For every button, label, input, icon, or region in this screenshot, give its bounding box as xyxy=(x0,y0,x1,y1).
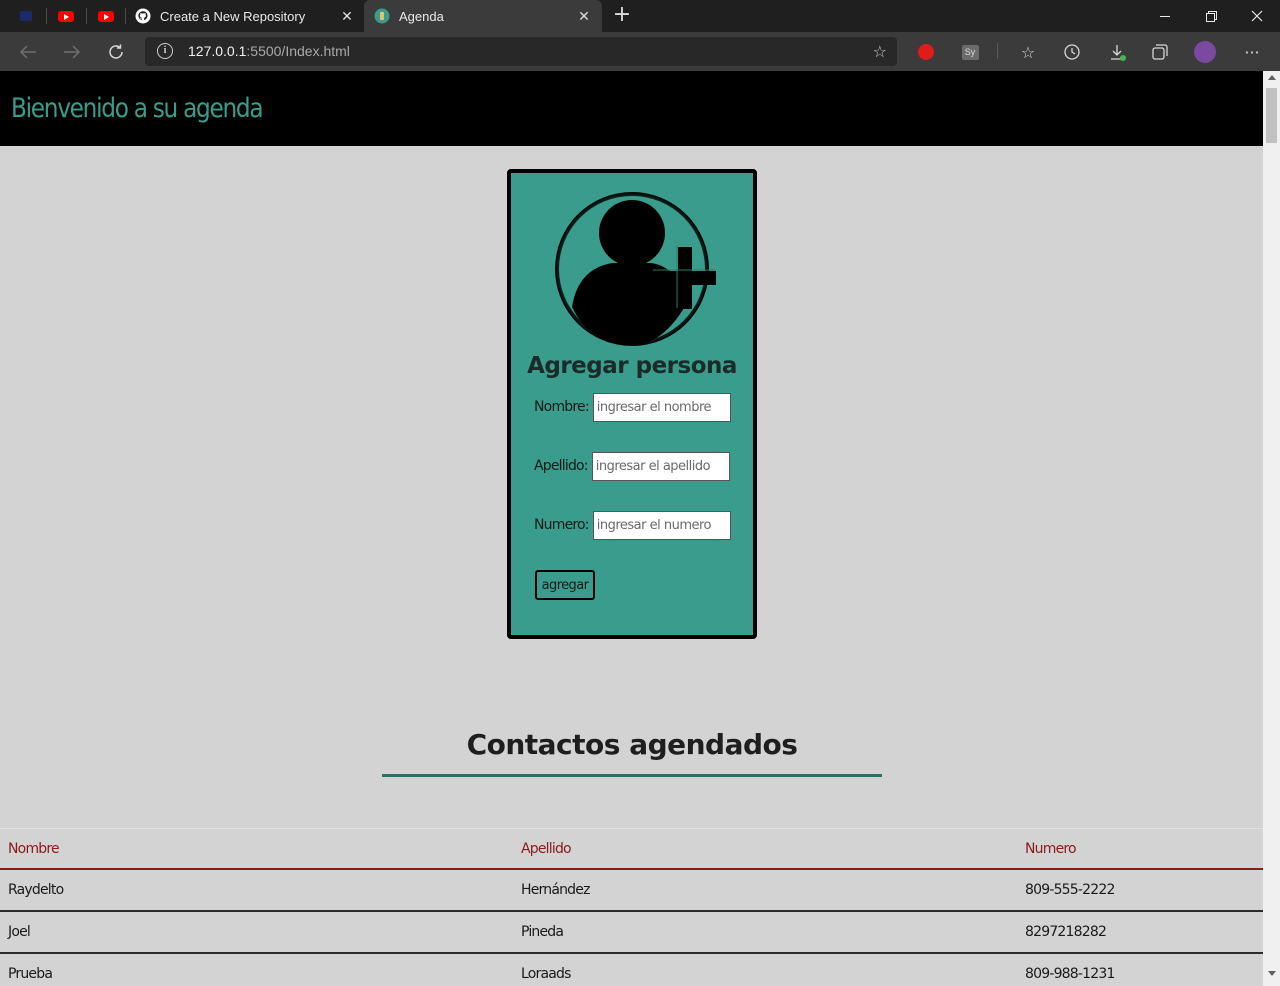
close-window-button[interactable] xyxy=(1234,0,1280,32)
add-user-icon xyxy=(555,192,716,346)
add-favorite-icon[interactable]: ☆ xyxy=(873,42,887,61)
header-nombre: Nombre xyxy=(8,841,60,857)
site-header: Bienvenido a su agenda xyxy=(0,71,1263,146)
apellido-label: Apellido: xyxy=(534,458,589,474)
browser-toolbar: i 127.0.0.1:5500/Index.html ☆ Sy ☆ ··· xyxy=(0,32,1280,71)
cell-apellido: Pineda xyxy=(521,924,564,940)
forward-button[interactable] xyxy=(59,39,85,65)
site-icon xyxy=(20,11,32,21)
tab-agenda[interactable]: Agenda ✕ xyxy=(364,0,602,32)
scroll-up-icon[interactable] xyxy=(1268,75,1276,80)
youtube-icon xyxy=(98,10,114,22)
refresh-button[interactable] xyxy=(103,39,129,65)
cell-numero: 8297218282 xyxy=(1025,924,1107,940)
title-underline xyxy=(382,774,882,777)
back-arrow-icon xyxy=(19,45,36,59)
downloads-icon[interactable] xyxy=(1106,41,1128,63)
site-info-icon[interactable]: i xyxy=(157,43,173,59)
cell-nombre: Raydelto xyxy=(8,882,64,898)
forward-arrow-icon xyxy=(64,45,81,59)
close-tab-icon[interactable]: ✕ xyxy=(576,8,592,24)
sy-extension-icon[interactable]: Sy xyxy=(959,41,981,63)
url-text[interactable]: 127.0.0.1:5500/Index.html xyxy=(188,43,350,59)
toolbar-separator xyxy=(997,43,998,59)
web-page: Bienvenido a su agenda Agregar persona N… xyxy=(0,71,1263,986)
apellido-field: Apellido: xyxy=(534,451,730,481)
history-icon[interactable] xyxy=(1061,41,1083,63)
table-header-row: Nombre Apellido Numero xyxy=(0,828,1263,870)
cell-numero: 809-555-2222 xyxy=(1025,882,1115,898)
back-button[interactable] xyxy=(15,39,41,65)
table-row: Prueba Loraads 809-988-1231 xyxy=(0,954,1263,986)
favorites-icon[interactable]: ☆ xyxy=(1017,41,1039,63)
table-row: Raydelto Hernández 809-555-2222 xyxy=(0,870,1263,912)
scroll-thumb[interactable] xyxy=(1266,88,1277,143)
youtube-icon xyxy=(58,10,74,22)
header-apellido: Apellido xyxy=(521,841,572,857)
more-menu-icon[interactable]: ··· xyxy=(1241,41,1263,63)
pinned-tab-youtube-1[interactable] xyxy=(46,0,86,32)
cell-apellido: Loraads xyxy=(521,966,571,982)
contacts-title: Contactos agendados xyxy=(466,728,798,761)
refresh-icon xyxy=(109,44,123,59)
numero-input[interactable] xyxy=(592,510,731,540)
tab-title: Create a New Repository xyxy=(160,8,306,24)
add-person-form: Agregar persona Nombre: Apellido: Numero… xyxy=(507,169,757,639)
agenda-favicon xyxy=(374,8,390,24)
table-row: Joel Pineda 8297218282 xyxy=(0,912,1263,954)
pinned-tab-youtube-2[interactable] xyxy=(86,0,126,32)
minimize-button[interactable] xyxy=(1142,0,1188,32)
nombre-field: Nombre: xyxy=(534,392,731,422)
page-scrollbar[interactable] xyxy=(1263,71,1280,986)
nombre-label: Nombre: xyxy=(534,399,590,415)
apellido-input[interactable] xyxy=(591,451,730,481)
pinned-tab-1[interactable] xyxy=(6,0,46,32)
nombre-input[interactable] xyxy=(592,392,731,422)
cell-nombre: Prueba xyxy=(8,966,53,982)
header-numero: Numero xyxy=(1025,841,1077,857)
adblock-extension-icon[interactable] xyxy=(915,41,937,63)
minimize-icon xyxy=(1160,15,1170,17)
close-icon xyxy=(1251,10,1263,22)
restore-button[interactable] xyxy=(1188,0,1234,32)
agregar-button[interactable]: agregar xyxy=(535,570,595,600)
scroll-down-icon[interactable] xyxy=(1268,971,1276,976)
numero-label: Numero: xyxy=(534,517,590,533)
close-tab-icon[interactable]: ✕ xyxy=(339,8,355,24)
collections-icon[interactable] xyxy=(1149,41,1171,63)
contacts-table: Nombre Apellido Numero Raydelto Hernánde… xyxy=(0,828,1263,986)
browser-tab-strip: Create a New Repository ✕ Agenda ✕ + xyxy=(0,0,1280,32)
cell-nombre: Joel xyxy=(8,924,31,940)
form-title: Agregar persona xyxy=(527,353,737,379)
tab-create-repository[interactable]: Create a New Repository ✕ xyxy=(125,0,365,32)
numero-field: Numero: xyxy=(534,510,731,540)
page-title: Bienvenido a su agenda xyxy=(11,93,264,124)
new-tab-button[interactable]: + xyxy=(610,4,634,28)
avatar[interactable] xyxy=(1194,41,1216,63)
cell-numero: 809-988-1231 xyxy=(1025,966,1115,982)
cell-apellido: Hernández xyxy=(521,882,590,898)
tab-title: Agenda xyxy=(399,8,444,24)
address-bar[interactable]: i 127.0.0.1:5500/Index.html ☆ xyxy=(145,37,897,66)
github-icon xyxy=(135,8,151,24)
restore-icon xyxy=(1205,10,1217,22)
